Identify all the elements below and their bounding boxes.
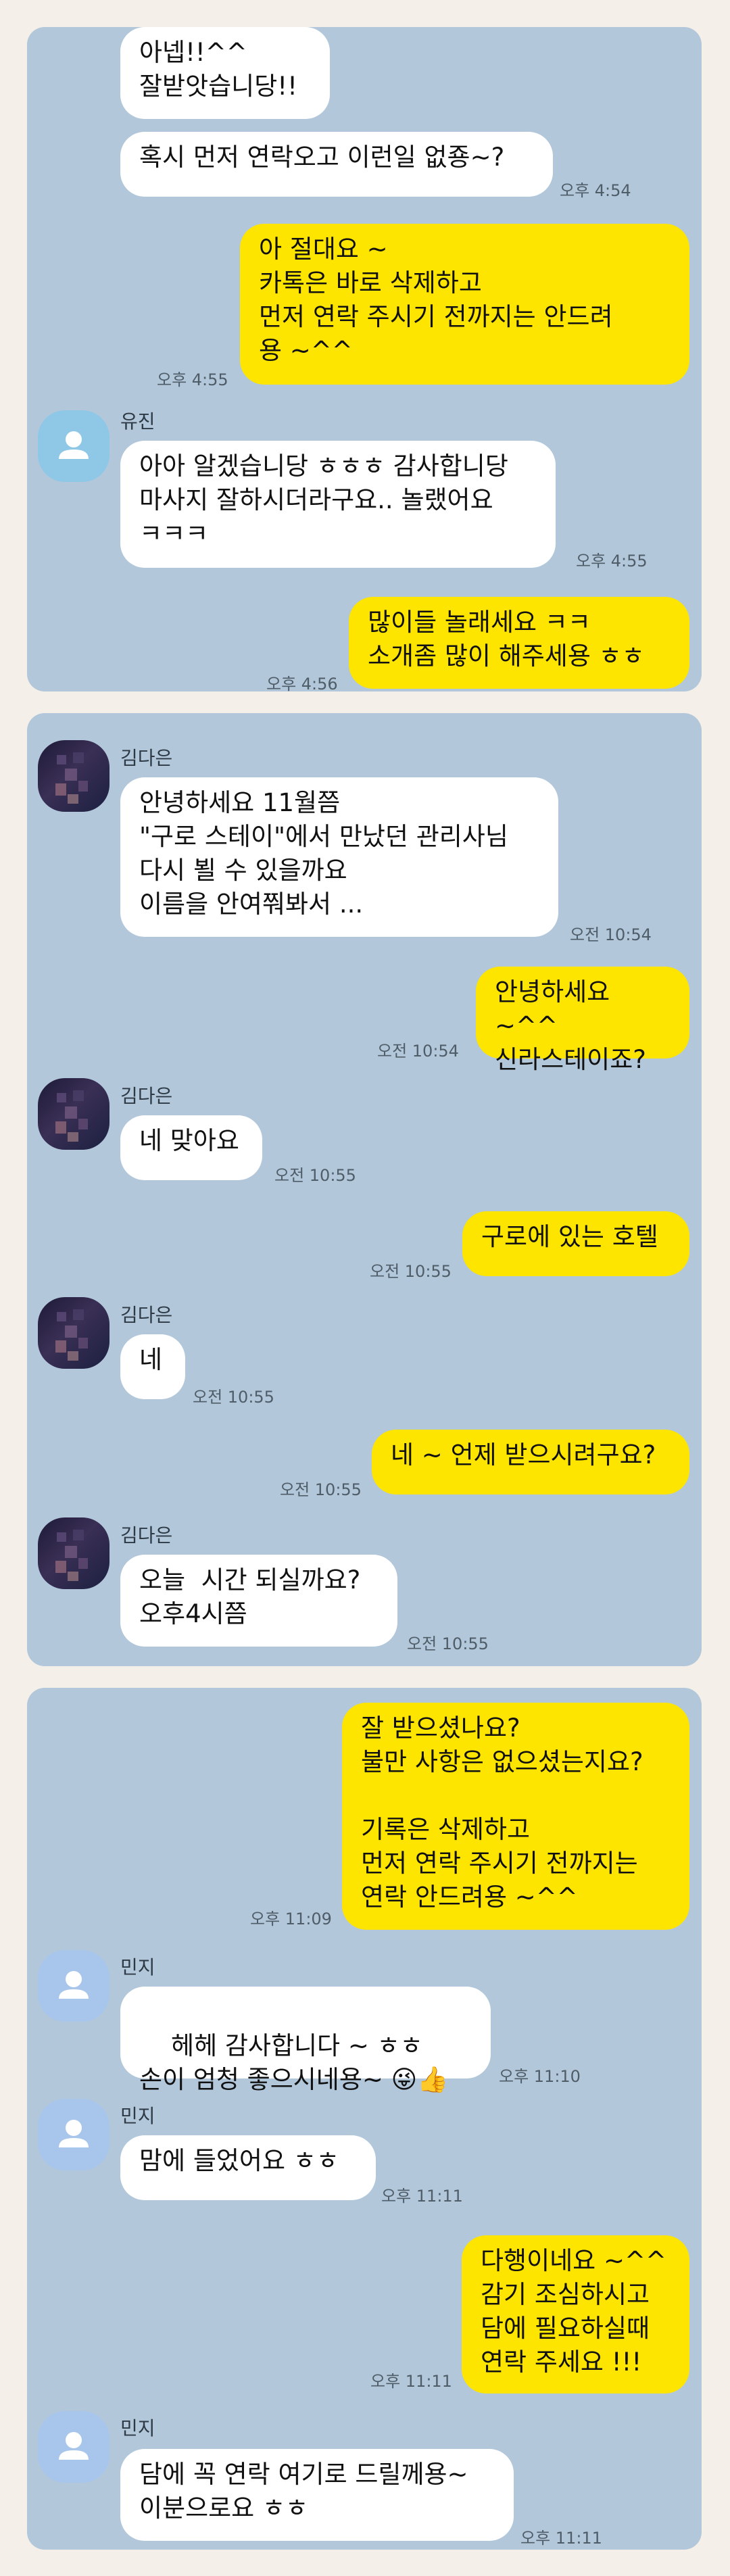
message-time: 오전 10:54 xyxy=(377,1042,459,1061)
message-time: 오후 4:56 xyxy=(266,675,338,691)
sender-name: 민지 xyxy=(120,2417,155,2439)
message-bubble[interactable]: 안녕하세요 ~^^ 신라스테이죠? xyxy=(476,967,689,1074)
message-time: 오후 4:55 xyxy=(157,370,228,389)
message-bubble[interactable]: 많이들 놀래세요 ㅋㅋ 소개좀 많이 해주세용 ㅎㅎ xyxy=(349,597,689,689)
message-bubble[interactable]: 네 맞아요 xyxy=(120,1115,262,1180)
sender-name: 김다은 xyxy=(120,1304,173,1326)
message-time: 오후 11:09 xyxy=(250,1910,332,1928)
sender-name: 민지 xyxy=(120,1956,155,1978)
message-time: 오전 10:55 xyxy=(407,1634,489,1653)
sender-name: 김다은 xyxy=(120,1524,173,1547)
message-time: 오후 11:10 xyxy=(499,2067,581,2086)
message-bubble[interactable]: 아넵!!^^ 잘받앗습니당!! xyxy=(120,27,330,119)
person-icon xyxy=(59,1971,89,1999)
chat-panel-3: 오후 11:09 잘 받으셨나요? 불만 사항은 없으셨는지요? 기록은 삭제하… xyxy=(27,1688,702,2550)
message-bubble[interactable]: 담에 꼭 연락 여기로 드릴께용~ 이분으로요 ㅎㅎ xyxy=(120,2449,514,2541)
person-icon xyxy=(59,431,89,459)
chat-panel-2: 김다은 안녕하세요 11월쯤 "구로 스테이"에서 만났던 관리사님 다시 뵐 … xyxy=(27,713,702,1666)
avatar[interactable] xyxy=(38,1950,110,2022)
message-time: 오전 10:54 xyxy=(570,925,652,944)
sender-name: 김다은 xyxy=(120,1085,173,1107)
sender-name: 유진 xyxy=(120,410,155,433)
message-bubble[interactable]: 아아 알겠습니당 ㅎㅎㅎ 감사합니당 마사지 잘하시더라구요.. 놀랬어요 ㅋㅋ… xyxy=(120,441,556,568)
blurred-profile-photo-icon xyxy=(55,1530,88,1581)
chat-panel-1: 아넵!!^^ 잘받앗습니당!! 혹시 먼저 연락오고 이런일 없죵~? 오후 4… xyxy=(27,27,702,691)
message-text: 헤헤 감사합니다 ~ ㅎㅎ 손이 엄청 좋으시네용~ xyxy=(139,2031,423,2094)
message-time: 오전 10:55 xyxy=(274,1166,356,1185)
blurred-profile-photo-icon xyxy=(55,1090,88,1142)
message-bubble[interactable]: 헤헤 감사합니다 ~ ㅎㅎ 손이 엄청 좋으시네용~ 😜👍 xyxy=(120,1987,491,2094)
avatar[interactable] xyxy=(38,2099,110,2170)
message-time: 오전 10:55 xyxy=(370,1262,452,1281)
message-bubble[interactable]: 구로에 있는 호텔 xyxy=(462,1211,689,1276)
avatar[interactable] xyxy=(38,1297,110,1369)
person-icon xyxy=(59,2432,89,2460)
message-time: 오후 11:11 xyxy=(381,2187,463,2206)
sender-name: 민지 xyxy=(120,2105,155,2127)
message-time: 오후 11:11 xyxy=(370,2372,452,2391)
message-time: 오후 4:54 xyxy=(560,181,631,200)
message-time: 오전 10:55 xyxy=(280,1480,362,1499)
message-bubble[interactable]: 오늘 시간 되실까요? 오후4시쯤 xyxy=(120,1555,397,1647)
message-bubble[interactable]: 혹시 먼저 연락오고 이런일 없죵~? xyxy=(120,132,553,197)
message-bubble[interactable]: 다행이네요 ~^^ 감기 조심하시고 담에 필요하실때 연락 주세요 !!! xyxy=(462,2235,689,2393)
message-bubble[interactable]: 네 ~ 언제 받으시려구요? xyxy=(372,1430,689,1494)
message-bubble[interactable]: 잘 받으셨나요? 불만 사항은 없으셨는지요? 기록은 삭제하고 먼저 연락 주… xyxy=(342,1703,689,1930)
message-bubble[interactable]: 맘에 들었어요 ㅎㅎ xyxy=(120,2135,376,2200)
message-time: 오전 10:55 xyxy=(193,1388,274,1407)
avatar[interactable] xyxy=(38,410,110,482)
message-bubble[interactable]: 네 xyxy=(120,1334,185,1399)
blurred-profile-photo-icon xyxy=(55,1309,88,1361)
sender-name: 김다은 xyxy=(120,747,173,769)
message-bubble[interactable]: 아 절대요 ~ 카톡은 바로 삭제하고 먼저 연락 주시기 전까지는 안드려 용… xyxy=(240,224,689,385)
message-time: 오후 11:11 xyxy=(520,2529,602,2548)
emoji-tongue-thumbs-up-icon: 😜👍 xyxy=(391,2065,449,2094)
avatar[interactable] xyxy=(38,740,110,812)
avatar[interactable] xyxy=(38,1078,110,1150)
avatar[interactable] xyxy=(38,1517,110,1589)
avatar[interactable] xyxy=(38,2411,110,2483)
message-time: 오후 4:55 xyxy=(576,552,648,570)
message-bubble[interactable]: 안녕하세요 11월쯤 "구로 스테이"에서 만났던 관리사님 다시 뵐 수 있을… xyxy=(120,777,558,937)
blurred-profile-photo-icon xyxy=(55,752,88,804)
person-icon xyxy=(59,2120,89,2147)
